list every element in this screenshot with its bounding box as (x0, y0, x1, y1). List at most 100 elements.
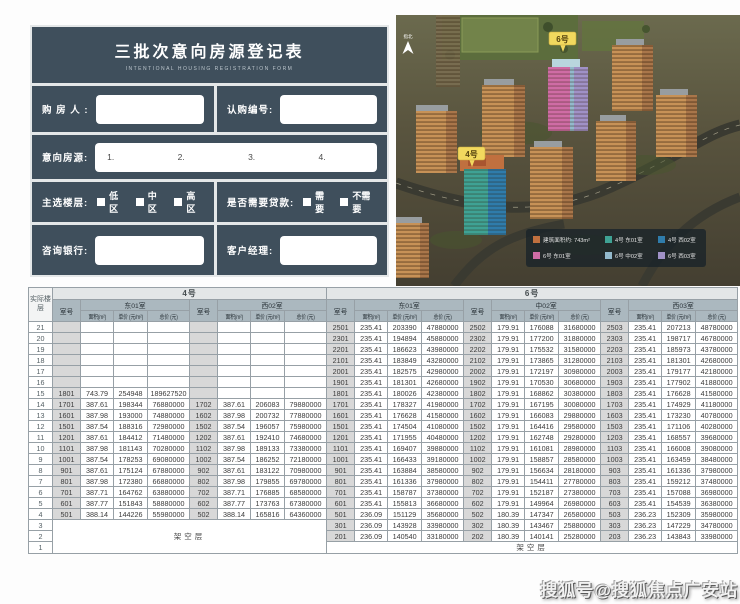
room-no-cell: 503 (601, 509, 629, 520)
price-cell: 179.91 (492, 465, 525, 476)
room-no-cell: 303 (601, 520, 629, 531)
intention-slot-4[interactable]: 4. (307, 152, 377, 162)
intention-input[interactable]: 1. 2. 3. 4. (95, 143, 377, 172)
room-no-cell (53, 377, 81, 388)
price-cell: 25280000 (559, 531, 601, 542)
svg-text:4号: 4号 (465, 150, 477, 159)
price-cell: 37380000 (422, 487, 464, 498)
price-cell: 179.91 (492, 432, 525, 443)
unit-header: 西03室 (629, 300, 738, 311)
price-cell (285, 377, 327, 388)
price-cell: 387.98 (218, 443, 251, 454)
room-no-cell: 1203 (601, 432, 629, 443)
room-no-cell: 1601 (327, 410, 355, 421)
intention-slot-3[interactable]: 3. (236, 152, 306, 162)
intention-slot-1[interactable]: 1. (95, 152, 165, 162)
price-cell: 172380 (114, 476, 148, 487)
price-cell: 168557 (662, 432, 696, 443)
room-no-cell: 501 (53, 509, 81, 520)
buyer-input[interactable] (96, 95, 204, 124)
floor-cell: 5 (29, 498, 53, 509)
price-cell: 29280000 (559, 432, 601, 443)
price-cell: 33980000 (696, 531, 738, 542)
svg-text:6号: 6号 (556, 35, 568, 44)
checkbox-icon[interactable] (303, 198, 311, 206)
floor-pref-label: 主选楼层: (42, 195, 88, 209)
table-row: 111201387.61184412714800001202387.611924… (29, 432, 738, 443)
legend-swatch (533, 252, 540, 259)
price-cell: 64360000 (285, 509, 327, 520)
table-row: 6701387.7116476263880000702387.711768856… (29, 487, 738, 498)
room-no-cell: 1003 (601, 454, 629, 465)
sub-header: 单价 (元/m²) (525, 311, 559, 322)
price-cell: 179.91 (492, 421, 525, 432)
price-cell: 29880000 (559, 410, 601, 421)
price-cell: 39180000 (422, 454, 464, 465)
price-cell: 173865 (525, 355, 559, 366)
sub-header: 面积(m²) (81, 311, 114, 322)
floor-option-high[interactable]: 高区 (174, 189, 204, 215)
price-cell: 171106 (662, 421, 696, 432)
intention-slot-2[interactable]: 2. (166, 152, 236, 162)
price-cell: 173230 (662, 410, 696, 421)
price-cell: 152187 (525, 487, 559, 498)
aerial-photo-svg: 6号 4号 指北 建筑面积约: 743m² 4号 东01室 4号 西02室 6号… (396, 15, 740, 286)
price-cell: 179177 (662, 366, 696, 377)
room-no-cell: 602 (190, 498, 218, 509)
floor-option-mid[interactable]: 中区 (136, 189, 166, 215)
bank-input[interactable] (95, 236, 204, 265)
tower (416, 105, 457, 173)
price-cell: 166433 (388, 454, 422, 465)
intention-cell: 意向房源: 1. 2. 3. 4. (32, 135, 387, 179)
price-cell: 67880000 (148, 465, 190, 476)
price-cell: 178253 (114, 454, 148, 465)
price-cell: 154411 (525, 476, 559, 487)
checkbox-icon[interactable] (340, 198, 348, 206)
checkbox-icon[interactable] (97, 198, 105, 206)
price-cell: 194894 (388, 333, 422, 344)
sub-header: 总价 (元) (696, 311, 738, 322)
room-no-cell: 803 (601, 476, 629, 487)
price-cell (81, 322, 114, 333)
price-cell: 235.41 (355, 432, 388, 443)
loan-option-yes[interactable]: 需要 (303, 189, 331, 215)
manager-input[interactable] (280, 236, 377, 265)
room-col-header: 室号 (53, 300, 81, 322)
price-cell: 179.91 (492, 454, 525, 465)
building-6 (548, 59, 588, 131)
sub-header: 总价 (元) (285, 311, 327, 322)
manager-cell: 客户经理: (217, 225, 387, 275)
price-cell: 387.98 (81, 443, 114, 454)
price-cell: 164416 (525, 421, 559, 432)
price-cell (114, 377, 148, 388)
price-cell: 147347 (525, 509, 559, 520)
price-cell: 161081 (525, 443, 559, 454)
svg-text:指北: 指北 (404, 33, 413, 40)
room-no-cell: 302 (464, 520, 492, 531)
price-cell (81, 344, 114, 355)
price-cell: 236.09 (355, 520, 388, 531)
room-no-cell: 502 (464, 509, 492, 520)
checkbox-icon[interactable] (174, 198, 182, 206)
price-cell: 37980000 (696, 465, 738, 476)
price-cell: 28580000 (559, 454, 601, 465)
price-cell: 69780000 (285, 476, 327, 487)
intention-label: 意向房源: (42, 150, 88, 164)
price-cell (218, 355, 251, 366)
price-cell: 69080000 (148, 454, 190, 465)
form-subtitle: INTENTIONAL HOUSING REGISTRATION FORM (126, 66, 294, 72)
purchase-no-input[interactable] (280, 95, 377, 124)
loan-option-no[interactable]: 不需要 (340, 189, 377, 215)
price-cell (148, 322, 190, 333)
room-no-cell: 701 (53, 487, 81, 498)
buyer-label: 购 房 人 : (42, 102, 89, 116)
room-no-cell: 1601 (53, 410, 81, 421)
price-cell: 177902 (662, 377, 696, 388)
price-cell: 42980000 (422, 366, 464, 377)
checkbox-icon[interactable] (136, 198, 144, 206)
floor-option-low[interactable]: 低区 (97, 189, 127, 215)
price-cell: 387.54 (81, 454, 114, 465)
price-cell: 387.98 (218, 410, 251, 421)
price-cell: 30680000 (559, 377, 601, 388)
price-cell: 144226 (114, 509, 148, 520)
